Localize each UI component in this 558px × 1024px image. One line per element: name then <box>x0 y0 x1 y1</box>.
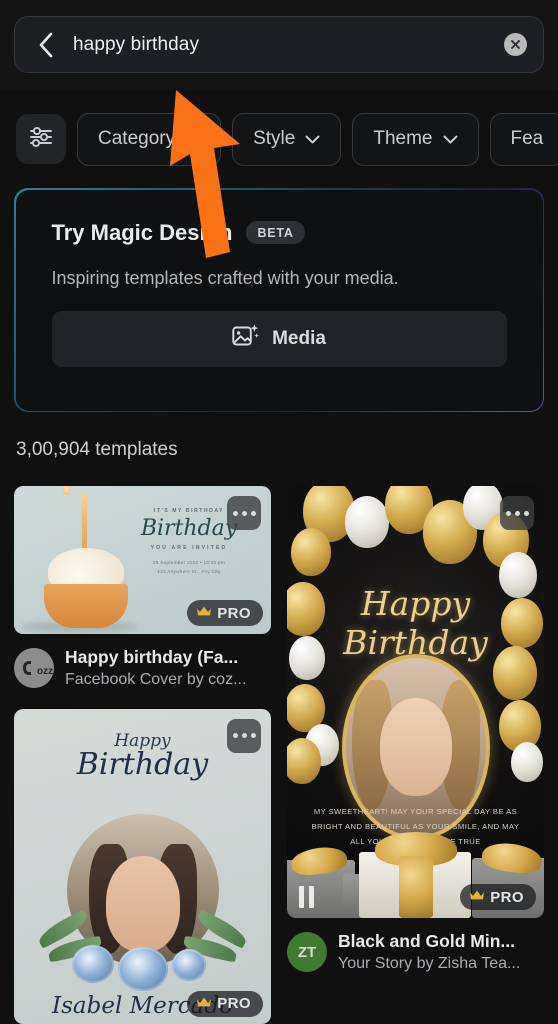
pro-badge: PRO <box>187 600 263 626</box>
template-options-button[interactable] <box>227 496 261 530</box>
template-options-button[interactable] <box>227 718 261 753</box>
artwork-script: Happy Birthday <box>343 584 488 662</box>
filter-settings-button[interactable] <box>16 114 66 164</box>
chevron-left-icon <box>38 32 54 58</box>
template-meta-text: Happy birthday (Fa... Facebook Cover by … <box>65 647 271 689</box>
magic-design-title: Try Magic Design <box>51 219 233 245</box>
filter-chip-theme[interactable]: Theme <box>352 112 479 166</box>
chevron-down-icon <box>305 128 320 150</box>
svg-text:ozz: ozz <box>37 666 53 677</box>
filter-chip-label: Fea <box>510 128 544 149</box>
grid-column-left: IT'S MY BIRTHDAY Birthday YOU ARE INVITE… <box>14 486 271 1024</box>
template-card[interactable]: Happy Birthday MY SWEETHEART! MAY YOUR S… <box>287 486 544 973</box>
artwork-detail-1: 26 September 2022 • 10:00 pm <box>152 560 226 565</box>
avatar: ZT <box>287 932 327 972</box>
crown-icon <box>196 604 212 622</box>
dot <box>514 510 520 516</box>
template-meta: ZT Black and Gold Min... Your Story by Z… <box>287 931 544 973</box>
template-meta-text: Black and Gold Min... Your Story by Zish… <box>338 931 544 973</box>
chevron-down-icon <box>185 128 200 150</box>
magic-design-card[interactable]: Try Magic Design BETA Inspiring template… <box>14 188 544 412</box>
template-artwork: Happy Birthday MY SWEETHEART! MAY YOUR S… <box>287 486 544 918</box>
template-subtitle: Your Story by Zisha Tea... <box>338 955 521 972</box>
template-artwork: Happy Birthday Isabel Mercado <box>14 708 271 1024</box>
search-input[interactable]: happy birthday <box>61 34 504 56</box>
template-thumbnail[interactable]: Happy Birthday MY SWEETHEART! MAY YOUR S… <box>287 486 544 918</box>
sliders-icon <box>28 125 54 154</box>
crown-icon <box>196 995 212 1013</box>
grid-column-right: Happy Birthday MY SWEETHEART! MAY YOUR S… <box>287 486 544 1024</box>
artwork-invited: YOU ARE INVITED <box>150 545 228 551</box>
pro-badge-label: PRO <box>490 888 524 906</box>
artwork-detail-2: 123 Anywhere St., Any City <box>157 568 221 574</box>
search-bar[interactable]: happy birthday <box>14 16 544 73</box>
dot <box>241 510 247 516</box>
avatar: ozz <box>14 648 54 688</box>
dot <box>250 510 256 516</box>
media-button[interactable]: Media <box>51 310 507 367</box>
pro-badge: PRO <box>460 884 536 910</box>
back-button[interactable] <box>31 30 61 60</box>
dot <box>523 510 529 516</box>
dot <box>505 510 511 516</box>
pro-badge-label: PRO <box>217 604 251 622</box>
dot <box>232 510 238 516</box>
template-card[interactable]: Happy Birthday Isabel Mercado PRO <box>14 708 271 1024</box>
close-icon <box>510 39 521 50</box>
filter-chip-label: Theme <box>373 128 433 149</box>
dot <box>241 733 247 739</box>
dot <box>250 733 256 739</box>
pause-bar <box>309 886 314 908</box>
filter-chip-label: Category <box>98 128 176 149</box>
template-title: Happy birthday (Fa... <box>65 647 239 667</box>
magic-design-title-row: Try Magic Design BETA <box>52 220 507 246</box>
template-options-button[interactable] <box>500 496 534 530</box>
filter-chip-features[interactable]: Fea <box>489 112 558 166</box>
crown-icon <box>469 888 485 906</box>
template-card[interactable]: IT'S MY BIRTHDAY Birthday YOU ARE INVITE… <box>14 486 271 689</box>
template-title: Black and Gold Min... <box>338 931 515 951</box>
template-thumbnail[interactable]: Happy Birthday Isabel Mercado PRO <box>14 708 271 1024</box>
pause-button[interactable] <box>299 886 314 908</box>
avatar-initials: ZT <box>297 943 317 961</box>
template-thumbnail[interactable]: IT'S MY BIRTHDAY Birthday YOU ARE INVITE… <box>14 486 271 634</box>
image-sparkle-icon <box>232 323 259 354</box>
template-grid[interactable]: IT'S MY BIRTHDAY Birthday YOU ARE INVITE… <box>0 486 558 1024</box>
filter-bar: Category Style Theme Fea <box>0 90 558 188</box>
beta-badge: BETA <box>246 221 305 244</box>
dot <box>232 733 238 739</box>
template-meta: ozz Happy birthday (Fa... Facebook Cover… <box>14 647 271 689</box>
template-subtitle: Facebook Cover by coz... <box>65 671 247 688</box>
filter-chip-style[interactable]: Style <box>232 112 342 166</box>
pro-badge-label: PRO <box>217 995 251 1013</box>
filter-chip-label: Style <box>253 128 296 149</box>
search-results-screen: happy birthday Category Style Theme Fea … <box>0 0 558 1024</box>
pause-bar <box>299 886 304 908</box>
filter-chip-category[interactable]: Category <box>77 112 222 166</box>
chevron-down-icon <box>443 128 458 150</box>
magic-design-subtitle: Inspiring templates crafted with your me… <box>51 267 399 288</box>
magic-design-card-inner: Try Magic Design BETA Inspiring template… <box>15 189 543 411</box>
clear-search-button[interactable] <box>504 33 527 56</box>
media-button-label: Media <box>272 327 326 349</box>
results-count: 3,00,904 templates <box>16 439 178 460</box>
pro-badge: PRO <box>187 990 263 1017</box>
search-header: happy birthday <box>0 0 558 90</box>
